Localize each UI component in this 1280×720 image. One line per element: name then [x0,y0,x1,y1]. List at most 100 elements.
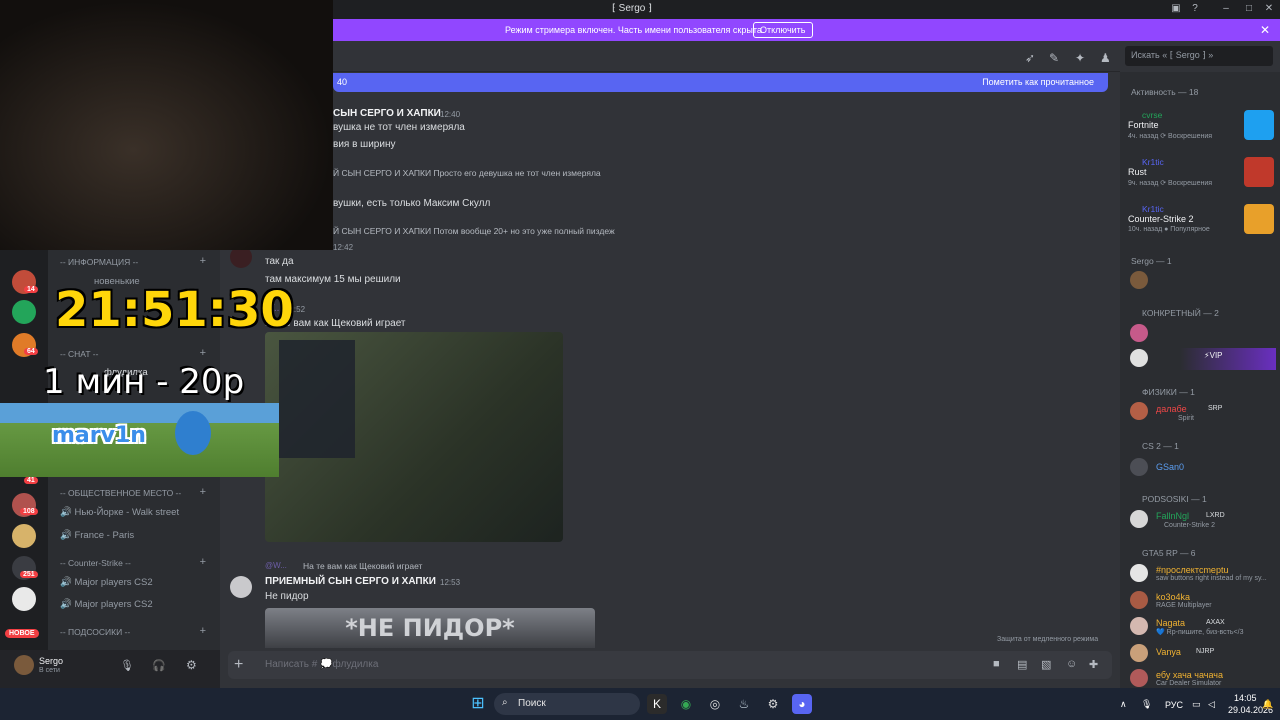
message-author[interactable]: ПРИЕМНЫЙ СЫН СЕРГО И ХАПКИ [265,576,436,587]
channel-label: Major players CS2 [74,599,153,610]
obs-icon[interactable]: ◎ [705,694,725,714]
help-icon[interactable]: ? [1189,3,1201,15]
gif-icon[interactable]: ▤ [1017,658,1031,672]
start-windows-icon[interactable]: ⊞ [468,694,488,714]
minimize-icon[interactable]: – [1220,3,1232,15]
discord-icon[interactable]: ◕ [792,694,812,714]
add-channel-icon[interactable]: + [200,255,206,267]
message-input[interactable]: Написать # 💭флудилка [265,659,378,670]
mark-read-button[interactable]: Пометить как прочитанное [982,77,1094,87]
reply-author[interactable]: @W... [265,561,287,570]
tray-mic-icon[interactable]: 🎙 [1141,699,1152,710]
category-pods[interactable]: -- ПОДСОСИКИ -- [60,627,130,637]
add-channel-icon[interactable]: + [200,486,206,498]
sticker-icon[interactable]: ▧ [1041,658,1055,672]
inbox-icon[interactable]: ▣ [1170,3,1182,15]
search-input[interactable]: Искать « ⁅ Sergo ⁆ » [1125,46,1273,66]
member-name[interactable]: ko3o4ka [1156,592,1190,602]
message-author[interactable]: СЫН СЕРГО И ХАПКИ [333,108,441,119]
category-info[interactable]: -- ИНФОРМАЦИЯ -- [60,257,138,267]
meme-image[interactable]: *НЕ ПИДОР* [265,608,595,648]
pin-icon[interactable]: ✦ [1075,51,1089,65]
add-channel-icon[interactable]: + [200,347,206,359]
avatar[interactable] [1130,644,1148,662]
message-composer[interactable]: + Написать # 💭флудилка ■ ▤ ▧ ☺ ✚ [228,651,1112,679]
server-icon[interactable] [12,300,36,324]
chrome-icon[interactable]: ◉ [676,694,696,714]
avatar[interactable] [1130,617,1148,635]
group-header: GTA5 RP — 6 [1142,548,1196,558]
disable-streamer-button[interactable]: Отключить [753,22,813,38]
user-name[interactable]: Sergo [39,656,63,666]
avatar[interactable] [1130,271,1148,289]
microphone-icon[interactable]: 🎙 [120,659,134,672]
server-icon[interactable] [12,524,36,548]
close-icon[interactable]: ✕ [1263,3,1275,15]
banner-name: marv1n [52,423,146,448]
webcam-overlay [0,0,333,250]
steam-icon[interactable]: ♨ [734,694,754,714]
member-name[interactable]: FallnNgl [1156,511,1189,521]
channel-label: France - Paris [74,530,135,541]
taskbar-search[interactable]: ⌕ Поиск [494,693,640,715]
reply-preview[interactable]: Й СЫН СЕРГО И ХАПКИ Потом вообще 20+ но … [333,226,615,236]
avatar[interactable] [1130,564,1148,582]
avatar[interactable] [1130,510,1148,528]
voice-channel-ny[interactable]: 🔊 Нью-Йорке - Walk street [60,507,179,518]
category-public[interactable]: -- ОБЩЕСТВЕННОЕ МЕСТО -- [60,488,181,498]
member-tag: SRP [1208,405,1223,412]
message-image-attachment[interactable] [265,332,563,542]
avatar[interactable] [1130,324,1148,342]
member-name[interactable]: #npocлектcmeptu [1156,565,1228,575]
category-cs[interactable]: -- Counter-Strike -- [60,558,131,568]
avatar[interactable] [1130,458,1148,476]
member-name[interactable]: Vanya [1156,647,1181,657]
gift-icon[interactable]: ■ [993,658,1007,672]
language-indicator[interactable]: РУС [1165,700,1183,710]
streamer-banner: marv1n [0,403,279,477]
member-name[interactable]: Nagata [1156,618,1185,628]
add-channel-icon[interactable]: + [200,625,206,637]
settings-icon[interactable]: ⚙ [763,694,783,714]
emoji-icon[interactable]: ☺ [1066,658,1080,672]
member-status: 💙 Rp-пишите, биз-всть</3 [1156,629,1244,636]
new-badge[interactable]: НОВОЕ [5,629,39,638]
reply-preview[interactable]: Й СЫН СЕРГО И ХАПКИ Просто его девушка н… [333,168,601,178]
app-icon[interactable]: K [647,694,667,714]
member-name[interactable]: GSan0 [1156,462,1184,472]
server-icon[interactable] [12,587,36,611]
avatar[interactable] [1130,402,1148,420]
dismiss-icon[interactable]: ✕ [1260,23,1270,37]
tray-chevron-icon[interactable]: ∧ [1120,699,1127,710]
apps-icon[interactable]: ✚ [1089,658,1103,672]
notifications-icon[interactable]: 🔔 [1262,699,1273,710]
reply-preview[interactable]: На те вам как Щековий играет [303,561,422,571]
new-messages-bar[interactable]: 40 Пометить как прочитанное [333,73,1108,92]
threads-icon[interactable]: ➶ [1025,51,1039,65]
attach-icon[interactable]: + [234,656,243,674]
maximize-icon[interactable]: □ [1243,3,1255,15]
mute-icon[interactable]: ✎ [1049,51,1063,65]
category-chat[interactable]: -- CHAT -- [60,349,98,359]
network-icon[interactable]: ▭ [1192,699,1201,710]
members-icon[interactable]: ♟ [1100,51,1114,65]
activity-card[interactable]: Kr1tic Counter-Strike 2 10ч. назад ● Поп… [1128,204,1276,246]
member-name[interactable]: далабе [1156,404,1187,414]
message-text: вушки, есть только Максим Скулл [333,198,491,209]
avatar[interactable] [1130,591,1148,609]
volume-icon[interactable]: ◁ [1208,699,1215,710]
add-channel-icon[interactable]: + [200,556,206,568]
clock-time[interactable]: 14:05 [1234,693,1257,703]
avatar[interactable] [230,576,252,598]
voice-channel-cs[interactable]: 🔊 Major players CS2 [60,599,153,610]
member-name[interactable]: ебу хача чачача [1156,670,1223,680]
headphones-icon[interactable]: 🎧 [152,659,166,672]
voice-channel-cs[interactable]: 🔊 Major players CS2 [60,577,153,588]
activity-card[interactable]: Kr1tic Rust 9ч. назад ⟳ Воскрешения [1128,157,1276,199]
voice-channel-paris[interactable]: 🔊 France - Paris [60,530,134,541]
settings-gear-icon[interactable]: ⚙ [186,658,197,672]
avatar[interactable] [1130,349,1148,367]
avatar[interactable] [1130,669,1148,687]
avatar[interactable] [14,655,34,675]
activity-card[interactable]: cvrse Fortnite 4ч. назад ⟳ Воскрешения [1128,110,1276,152]
